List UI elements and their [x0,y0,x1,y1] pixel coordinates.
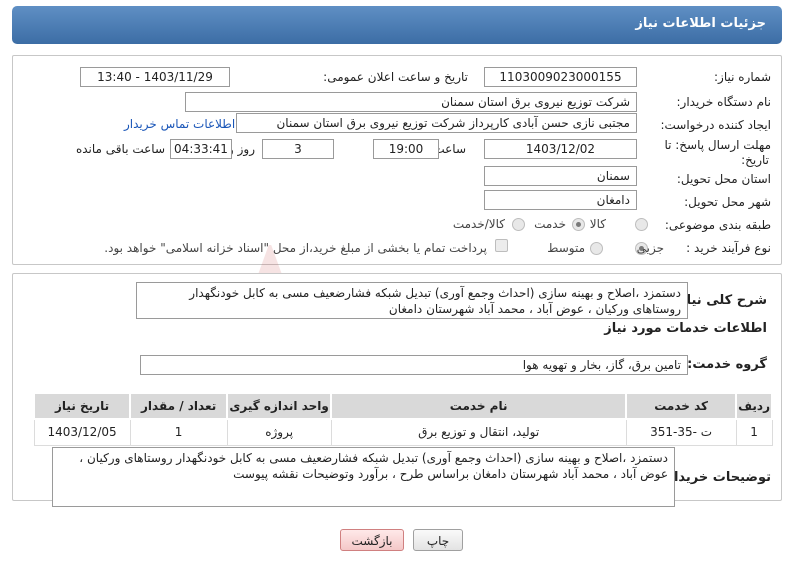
cell-row: 1 [735,418,773,446]
col-code: کد خدمت [625,392,738,420]
cell-date: 1403/12/05 [33,418,131,446]
contact-buyer-link[interactable]: اطلاعات تماس خریدار [124,117,235,131]
days-label: روز و [228,142,255,156]
col-date: تاریخ نیاز [32,392,132,420]
print-button[interactable]: چاپ [413,529,463,551]
summary-textarea[interactable]: دستمزد ،اصلاح و بهینه سازی (احداث وجمع آ… [136,282,688,319]
process-radio-medium[interactable] [590,242,603,255]
remaining-label: ساعت باقی مانده [75,142,165,156]
category-option-goods: کالا [589,217,606,231]
city-field: دامغان [484,190,637,210]
category-radio-service[interactable] [572,218,585,231]
announce-label: تاریخ و ساعت اعلان عمومی: [323,70,468,84]
announce-field: 1403/11/29 - 13:40 [80,67,230,87]
deadline-label: مهلت ارسال پاسخ: تا [664,138,771,152]
service-group-label: گروه خدمت: [687,357,767,372]
col-row: ردیف [735,392,773,420]
deadline-time-field: 19:00 [373,139,439,159]
services-section-title: اطلاعات خدمات مورد نیاز [604,321,767,336]
need-number-field: 1103009023000155 [484,67,637,87]
col-unit: واحد اندازه گیری [226,392,333,420]
cell-name: تولید، انتقال و توزیع برق [330,418,627,446]
creator-label: ایجاد کننده درخواست: [660,118,771,132]
services-table-wrap: ردیف کد خدمت نام خدمت واحد اندازه گیری ت… [32,392,773,446]
province-label: استان محل تحویل: [676,172,771,186]
buyer-org-field: شرکت توزیع نیروی برق استان سمنان [185,92,637,112]
treasury-payment-checkbox[interactable] [495,239,508,252]
category-option-goods-service: کالا/خدمت [452,217,505,231]
days-field: 3 [262,139,334,159]
cell-unit: پروژه [226,418,332,446]
category-radio-goods[interactable] [635,218,648,231]
buyer-notes-label: توضیحات خریدار: [661,470,771,485]
services-table: ردیف کد خدمت نام خدمت واحد اندازه گیری ت… [32,392,773,446]
page-header: جزئیات اطلاعات نیاز [12,6,782,44]
need-number-label: شماره نیاز: [714,70,771,84]
service-group-field: تامین برق، گاز، بخار و تهویه هوا [140,355,688,375]
process-option-minor: جزیی [636,241,664,255]
province-field: سمنان [484,166,637,186]
cell-code: ت -35-351 [625,418,737,446]
process-label: نوع فرآیند خرید : [686,241,771,255]
page-title: جزئیات اطلاعات نیاز [635,16,766,31]
remaining-time-field: 04:33:41 [170,139,232,159]
col-name: نام خدمت [330,392,628,420]
cell-qty: 1 [129,418,228,446]
category-option-service: خدمت [534,217,566,231]
buyer-org-label: نام دستگاه خریدار: [676,95,772,109]
services-table-header: ردیف کد خدمت نام خدمت واحد اندازه گیری ت… [32,392,773,420]
deadline-date-field: 1403/12/02 [484,139,637,159]
col-qty: تعداد / مقدار [129,392,229,420]
treasury-payment-note: پرداخت تمام یا بخشی از مبلغ خرید،از محل … [104,241,487,255]
category-label: طبقه بندی موضوعی: [664,218,771,232]
table-row: 1 ت -35-351 تولید، انتقال و توزیع برق پر… [33,418,773,446]
back-button[interactable]: بازگشت [340,529,404,551]
category-radio-goods-service[interactable] [512,218,525,231]
buyer-notes-textarea[interactable]: دستمزد ،اصلاح و بهینه سازی (احداث وجمع آ… [52,447,675,507]
creator-field: مجتبی نازی حسن آبادی کارپرداز شرکت توزیع… [236,113,637,133]
city-label: شهر محل تحویل: [684,195,771,209]
process-option-medium: متوسط [547,241,585,255]
deadline-date-label: تاریخ: [741,153,769,167]
